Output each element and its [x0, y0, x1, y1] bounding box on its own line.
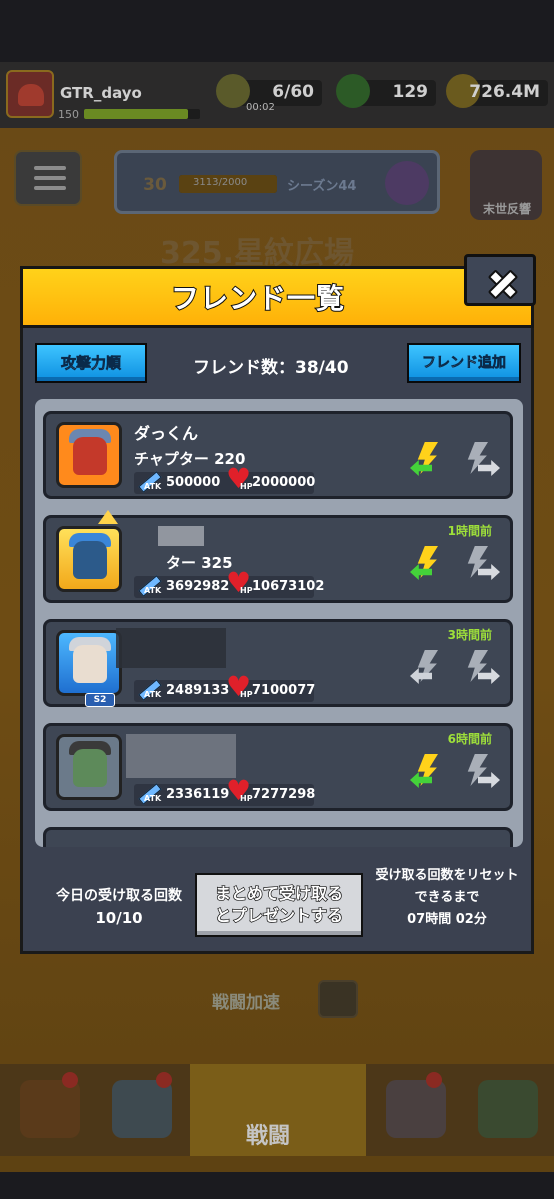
friend-hp: 10673102	[252, 579, 325, 594]
season-badge: S2	[85, 693, 115, 707]
modal-title: フレンド一覧	[170, 281, 345, 316]
last-login-time: 6時間前	[447, 732, 492, 746]
nav-skull-badge	[426, 1072, 442, 1088]
receive-energy-icon[interactable]	[410, 650, 448, 690]
menu-icon	[34, 166, 66, 170]
send-energy-icon[interactable]	[460, 754, 500, 794]
friend-atk: 2336119	[166, 787, 230, 802]
hp-icon: HP	[226, 566, 253, 599]
reset-label-line1: 受け取る回数をリセット	[375, 868, 519, 883]
friend-avatar[interactable]	[56, 422, 122, 488]
season-level: 30	[143, 175, 167, 195]
reset-info: 受け取る回数をリセット できるまで 07時間 02分	[357, 865, 537, 931]
claim-all-and-send-button[interactable]: まとめて受け取る とプレゼントする	[195, 873, 363, 937]
gem-counter[interactable]: 129	[336, 74, 436, 108]
friend-stats: ATK 2336119 HP 7277298	[134, 774, 316, 807]
coin-value: 726.4M	[469, 82, 540, 102]
add-friend-button[interactable]: フレンド追加	[407, 343, 521, 383]
nav-shop-icon[interactable]	[20, 1080, 80, 1138]
player-avatar[interactable]	[6, 70, 54, 118]
battle-speed-toggle[interactable]	[318, 980, 358, 1018]
send-energy-icon[interactable]	[460, 650, 500, 690]
player-name: GTR_dayo	[60, 84, 142, 102]
friend-list[interactable]: ダっくん チャプター 220 ATK 500000 HP 2000000 ター …	[35, 399, 523, 847]
friend-name: ダっくん	[134, 424, 199, 443]
send-energy-icon[interactable]	[460, 546, 500, 586]
friend-hp: 7100077	[252, 683, 316, 698]
friend-count: フレンド数：38/40	[193, 358, 349, 378]
receive-energy-icon[interactable]	[410, 442, 448, 482]
friend-list-modal: フレンド一覧 攻撃力順 フレンド数：38/40 フレンド追加 ダっくん チャプタ…	[20, 266, 534, 954]
last-login-time: 3時間前	[447, 628, 492, 642]
atk-icon: ATK	[134, 572, 164, 600]
xp-bar-fill	[84, 109, 189, 119]
claim-all-line2: とプレゼントする	[214, 905, 343, 925]
nav-book-icon[interactable]	[478, 1080, 538, 1138]
xp-bar	[84, 109, 200, 119]
friend-avatar[interactable]	[56, 526, 122, 592]
sort-by-attack-button[interactable]: 攻撃力順	[35, 343, 147, 383]
today-receive-label: 今日の受け取る回数	[56, 888, 182, 904]
energy-icon	[216, 74, 250, 108]
claim-all-line1: まとめて受け取る	[214, 883, 343, 903]
friend-hp: 2000000	[252, 475, 316, 490]
friend-stats: ATK 3692982 HP 10673102	[134, 566, 324, 599]
atk-icon: ATK	[134, 780, 164, 808]
friend-row[interactable]: ATK 2336119 HP 7277298 6時間前	[43, 723, 513, 811]
season-panel[interactable]: 30 3113/2000 シーズン44	[114, 150, 440, 214]
name-mosaic	[116, 628, 226, 668]
friend-avatar[interactable]: S2	[56, 630, 122, 707]
friend-row[interactable]: S2 ATK 2489133 HP 7100077 3時間前	[43, 619, 513, 707]
battle-speed-label: 戦闘加速	[212, 993, 280, 1013]
hp-icon: HP	[226, 462, 253, 495]
friend-atk: 2489133	[166, 683, 230, 698]
modal-header: フレンド一覧	[20, 266, 534, 328]
nav-equipment-badge	[156, 1072, 172, 1088]
friend-chapter: ター 325	[166, 554, 233, 572]
hp-icon: HP	[226, 670, 253, 703]
season-badge-icon	[385, 161, 429, 205]
nav-equipment-icon[interactable]	[112, 1080, 172, 1138]
close-modal-button[interactable]	[464, 254, 536, 306]
event-button-label: 末世反響	[482, 202, 531, 216]
name-mosaic	[126, 734, 236, 778]
gem-value: 129	[392, 82, 429, 102]
friend-row[interactable]: ター 325 ATK 3692982 HP 10673102 1時間前	[43, 510, 513, 603]
receive-energy-icon[interactable]	[410, 754, 448, 794]
today-receive-count: 10/10	[95, 909, 143, 927]
nav-battle-label: 戦闘	[246, 1124, 291, 1149]
coin-counter[interactable]: 726.4M	[446, 74, 548, 108]
nav-shop-badge	[62, 1072, 78, 1088]
friend-avatar[interactable]	[56, 734, 122, 800]
energy-value: 6/60	[272, 82, 314, 102]
friend-row[interactable]: ダっくん チャプター 220 ATK 500000 HP 2000000	[43, 411, 513, 499]
friend-hp: 7277298	[252, 787, 316, 802]
atk-icon: ATK	[134, 676, 164, 704]
menu-button[interactable]	[14, 150, 82, 206]
reset-countdown: 07時間 02分	[407, 912, 487, 927]
reset-label-line2: できるまで	[414, 890, 480, 905]
atk-icon: ATK	[134, 468, 164, 496]
season-progress-text: 3113/2000	[193, 177, 248, 188]
season-name: シーズン44	[287, 179, 357, 194]
friend-stats: ATK 500000 HP 2000000	[134, 462, 316, 495]
gem-icon	[336, 74, 370, 108]
friend-row[interactable]	[43, 827, 513, 847]
hp-icon: HP	[226, 774, 253, 807]
name-mosaic	[158, 526, 204, 546]
send-energy-icon[interactable]	[460, 442, 500, 482]
player-level: 150	[58, 108, 79, 121]
nav-skull-icon[interactable]	[386, 1080, 446, 1138]
crown-icon	[98, 510, 118, 524]
last-login-time: 1時間前	[447, 524, 492, 538]
energy-timer: 00:02	[246, 102, 275, 113]
receive-energy-icon[interactable]	[410, 546, 448, 586]
friend-atk: 3692982	[166, 579, 230, 594]
friend-atk: 500000	[166, 475, 221, 490]
friend-stats: ATK 2489133 HP 7100077	[134, 670, 316, 703]
